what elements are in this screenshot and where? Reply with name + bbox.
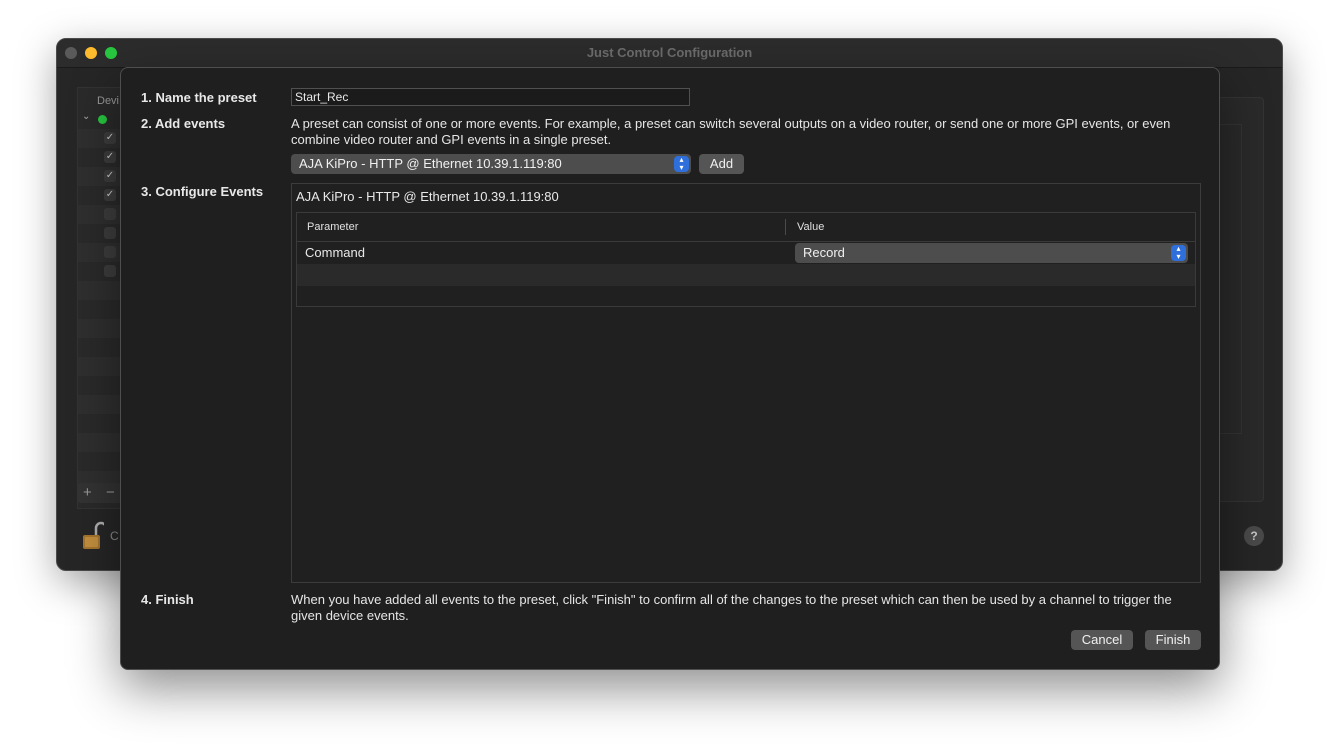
device-checkbox[interactable] [104,246,116,258]
window-title: Just Control Configuration [586,45,753,60]
table-row[interactable]: Command Record ▴ ▾ [297,242,1195,264]
device-checkbox[interactable] [104,265,116,277]
step4-label: 4. Finish [141,592,194,607]
parameter-cell: Command [305,245,365,260]
cancel-button[interactable]: Cancel [1071,630,1133,650]
value-select[interactable]: Record ▴ ▾ [795,243,1188,263]
titlebar: Just Control Configuration [57,39,1282,68]
remove-device-button[interactable]: − [106,484,115,501]
event-title: AJA KiPro - HTTP @ Ethernet 10.39.1.119:… [296,189,559,204]
step2-description: A preset can consist of one or more even… [291,116,1171,147]
column-divider[interactable] [785,219,786,235]
up-down-arrows-icon: ▴ ▾ [1171,245,1186,261]
add-event-button[interactable]: Add [699,154,744,174]
device-checkbox[interactable]: ✓ [104,132,116,144]
table-row-empty [297,264,1195,286]
up-down-arrows-icon: ▴ ▾ [674,156,689,172]
table-row-empty [297,286,1195,306]
parameter-table: Parameter Value Command Record ▴ ▾ [296,212,1196,307]
device-select[interactable]: AJA KiPro - HTTP @ Ethernet 10.39.1.119:… [291,154,691,174]
step1-label: 1. Name the preset [141,90,257,105]
step4-description: When you have added all events to the pr… [291,592,1172,623]
device-select-value: AJA KiPro - HTTP @ Ethernet 10.39.1.119:… [299,156,562,171]
column-header-value[interactable]: Value [787,213,1187,241]
device-checkbox[interactable] [104,227,116,239]
help-button[interactable]: ? [1244,526,1264,546]
step3-label: 3. Configure Events [141,184,264,199]
device-checkbox[interactable]: ✓ [104,151,116,163]
finish-button[interactable]: Finish [1145,630,1201,650]
value-select-value: Record [803,245,845,260]
event-config-box: AJA KiPro - HTTP @ Ethernet 10.39.1.119:… [291,183,1201,583]
lock-label: C [110,529,119,543]
chevron-down-icon[interactable]: ⌄ [82,111,90,122]
step2-label: 2. Add events [141,116,226,131]
device-checkbox[interactable] [104,208,116,220]
preset-sheet: 1. Name the preset 2. Add events A prese… [120,67,1220,670]
add-device-button[interactable]: + [83,484,92,501]
column-header-parameter[interactable]: Parameter [297,213,785,241]
preset-name-input[interactable] [291,88,690,106]
device-checkbox[interactable]: ✓ [104,170,116,182]
status-dot-icon [98,115,107,124]
lock-icon[interactable] [82,521,104,551]
device-checkbox[interactable]: ✓ [104,189,116,201]
